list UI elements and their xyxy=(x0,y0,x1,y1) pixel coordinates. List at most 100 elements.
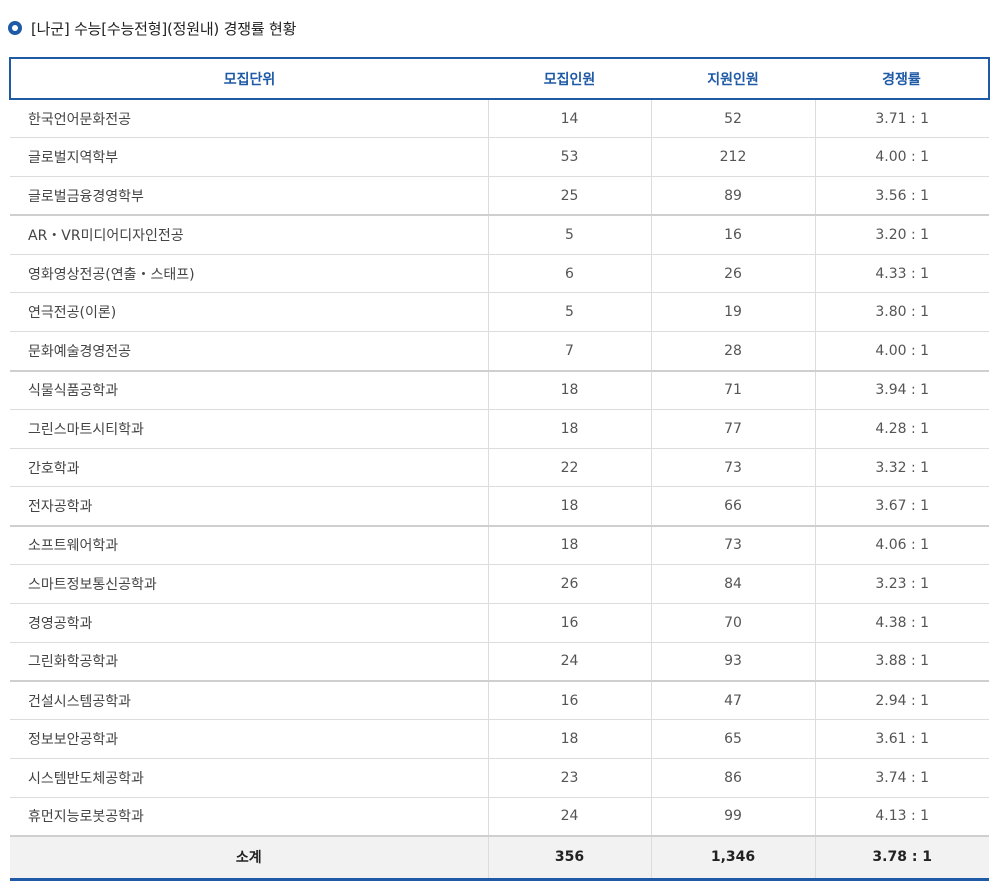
table-row: 전자공학과 18 66 3.67 : 1 xyxy=(10,486,989,527)
table-row: 경영공학과 16 70 4.38 : 1 xyxy=(10,603,989,643)
cell-ratio: 4.13 : 1 xyxy=(814,797,989,837)
cell-applicants: 93 xyxy=(650,642,815,682)
cell-ratio: 3.32 : 1 xyxy=(814,448,989,488)
cell-ratio: 3.71 : 1 xyxy=(814,99,989,139)
cell-ratio: 4.28 : 1 xyxy=(814,409,989,449)
cell-applicants: 26 xyxy=(650,254,815,294)
cell-quota: 24 xyxy=(487,797,651,837)
header-quota: 모집인원 xyxy=(488,57,651,100)
table-row: 건설시스템공학과 16 47 2.94 : 1 xyxy=(10,680,989,721)
cell-ratio: 3.23 : 1 xyxy=(814,564,989,604)
cell-quota: 18 xyxy=(487,370,651,410)
cell-applicants: 73 xyxy=(650,448,815,488)
table-row: 소프트웨어학과 18 73 4.06 : 1 xyxy=(10,525,989,566)
cell-ratio: 3.88 : 1 xyxy=(814,642,989,682)
cell-quota: 22 xyxy=(487,448,651,488)
cell-unit: 건설시스템공학과 xyxy=(10,680,488,721)
cell-unit: 전자공학과 xyxy=(10,486,488,527)
cell-applicants: 86 xyxy=(650,758,815,798)
cell-unit: 한국언어문화전공 xyxy=(10,99,488,139)
cell-quota: 25 xyxy=(487,176,651,217)
cell-ratio: 3.61 : 1 xyxy=(814,719,989,760)
cell-unit: 식물식품공학과 xyxy=(10,370,488,410)
cell-ratio: 3.20 : 1 xyxy=(814,215,989,255)
cell-quota: 5 xyxy=(487,292,651,333)
table-row: 시스템반도체공학과 23 86 3.74 : 1 xyxy=(10,758,989,798)
header-ratio: 경쟁률 xyxy=(815,57,990,100)
cell-quota: 14 xyxy=(487,99,651,139)
cell-ratio: 4.00 : 1 xyxy=(814,137,989,178)
cell-ratio: 4.33 : 1 xyxy=(814,254,989,294)
subtotal-ratio: 3.78 : 1 xyxy=(814,835,989,881)
cell-unit: 스마트정보통신공학과 xyxy=(10,564,488,604)
subtotal-row: 소계 356 1,346 3.78 : 1 xyxy=(10,835,989,881)
cell-applicants: 77 xyxy=(650,409,815,449)
cell-unit: 글로벌금융경영학부 xyxy=(10,176,488,217)
cell-applicants: 99 xyxy=(650,797,815,837)
cell-applicants: 65 xyxy=(650,719,815,760)
cell-ratio: 3.56 : 1 xyxy=(814,176,989,217)
table-row: 문화예술경영전공 7 28 4.00 : 1 xyxy=(10,331,989,372)
cell-quota: 6 xyxy=(487,254,651,294)
cell-applicants: 47 xyxy=(650,680,815,721)
cell-ratio: 4.00 : 1 xyxy=(814,331,989,372)
cell-applicants: 73 xyxy=(650,525,815,566)
cell-applicants: 19 xyxy=(650,292,815,333)
table-row: 식물식품공학과 18 71 3.94 : 1 xyxy=(10,370,989,410)
cell-quota: 24 xyxy=(487,642,651,682)
cell-quota: 5 xyxy=(487,215,651,255)
cell-unit: 간호학과 xyxy=(10,448,488,488)
table-row: 글로벌지역학부 53 212 4.00 : 1 xyxy=(10,137,989,178)
cell-applicants: 16 xyxy=(650,215,815,255)
table-row: 그린스마트시티학과 18 77 4.28 : 1 xyxy=(10,409,989,449)
subtotal-quota: 356 xyxy=(487,835,651,881)
table-row: 한국언어문화전공 14 52 3.71 : 1 xyxy=(10,99,989,139)
cell-unit: 정보보안공학과 xyxy=(10,719,488,760)
cell-quota: 18 xyxy=(487,719,651,760)
header-unit: 모집단위 xyxy=(9,57,488,100)
cell-unit: 시스템반도체공학과 xyxy=(10,758,488,798)
cell-quota: 18 xyxy=(487,486,651,527)
table-row: AR・VR미디어디자인전공 5 16 3.20 : 1 xyxy=(10,215,989,255)
cell-unit: 연극전공(이론) xyxy=(10,292,488,333)
subtotal-label: 소계 xyxy=(10,835,488,881)
cell-quota: 16 xyxy=(487,680,651,721)
section-title: [나군] 수능[수능전형](정원내) 경쟁률 현황 xyxy=(8,14,296,42)
cell-ratio: 4.06 : 1 xyxy=(814,525,989,566)
competition-rate-table: 모집단위 모집인원 지원인원 경쟁률 한국언어문화전공 14 52 3.71 :… xyxy=(9,57,990,881)
table-row: 그린화학공학과 24 93 3.88 : 1 xyxy=(10,642,989,682)
cell-quota: 26 xyxy=(487,564,651,604)
cell-unit: AR・VR미디어디자인전공 xyxy=(10,215,488,255)
cell-unit: 그린화학공학과 xyxy=(10,642,488,682)
cell-quota: 16 xyxy=(487,603,651,643)
cell-ratio: 2.94 : 1 xyxy=(814,680,989,721)
cell-unit: 휴먼지능로봇공학과 xyxy=(10,797,488,837)
cell-quota: 7 xyxy=(487,331,651,372)
cell-unit: 경영공학과 xyxy=(10,603,488,643)
cell-applicants: 28 xyxy=(650,331,815,372)
cell-ratio: 3.94 : 1 xyxy=(814,370,989,410)
cell-applicants: 84 xyxy=(650,564,815,604)
cell-quota: 18 xyxy=(487,525,651,566)
cell-quota: 18 xyxy=(487,409,651,449)
cell-ratio: 3.74 : 1 xyxy=(814,758,989,798)
cell-unit: 영화영상전공(연출・스태프) xyxy=(10,254,488,294)
cell-quota: 23 xyxy=(487,758,651,798)
subtotal-applicants: 1,346 xyxy=(650,835,815,881)
table-row: 정보보안공학과 18 65 3.61 : 1 xyxy=(10,719,989,760)
cell-applicants: 70 xyxy=(650,603,815,643)
cell-unit: 소프트웨어학과 xyxy=(10,525,488,566)
cell-unit: 그린스마트시티학과 xyxy=(10,409,488,449)
cell-applicants: 71 xyxy=(650,370,815,410)
radio-bullet-icon xyxy=(8,21,22,35)
table-header-row: 모집단위 모집인원 지원인원 경쟁률 xyxy=(9,57,990,100)
section-title-text: [나군] 수능[수능전형](정원내) 경쟁률 현황 xyxy=(31,19,297,38)
cell-applicants: 66 xyxy=(650,486,815,527)
cell-quota: 53 xyxy=(487,137,651,178)
cell-ratio: 4.38 : 1 xyxy=(814,603,989,643)
cell-applicants: 212 xyxy=(650,137,815,178)
table-row: 휴먼지능로봇공학과 24 99 4.13 : 1 xyxy=(10,797,989,837)
cell-unit: 문화예술경영전공 xyxy=(10,331,488,372)
table-row: 영화영상전공(연출・스태프) 6 26 4.33 : 1 xyxy=(10,254,989,294)
cell-applicants: 52 xyxy=(650,99,815,139)
